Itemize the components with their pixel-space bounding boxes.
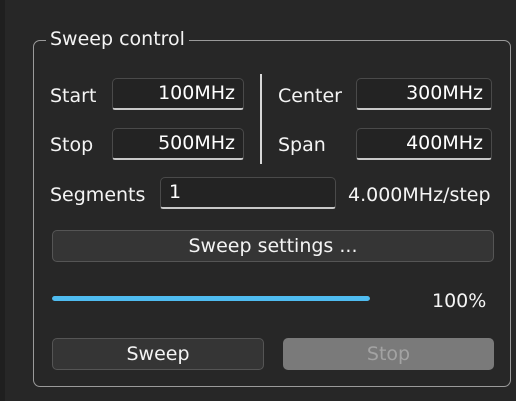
center-label: Center [278, 85, 342, 107]
span-label: Span [278, 134, 326, 156]
group-title: Sweep control [46, 26, 189, 52]
start-field[interactable]: 100MHz [112, 78, 244, 110]
stop-button[interactable]: Stop [283, 338, 494, 370]
segments-field[interactable]: 1 [160, 177, 336, 209]
progress-percent: 100% [432, 290, 487, 312]
center-field[interactable]: 300MHz [356, 78, 492, 110]
stop-field[interactable]: 500MHz [112, 128, 244, 160]
step-text: 4.000MHz/step [348, 184, 491, 206]
stop-label: Stop [50, 134, 94, 156]
span-field[interactable]: 400MHz [356, 128, 492, 160]
sweep-progress-bar [52, 296, 370, 301]
segments-label: Segments [50, 184, 146, 206]
column-divider [260, 74, 262, 164]
sweep-settings-button[interactable]: Sweep settings ... [52, 230, 494, 262]
start-label: Start [50, 85, 97, 107]
sweep-progress-fill [52, 296, 370, 301]
sweep-button[interactable]: Sweep [52, 338, 264, 370]
